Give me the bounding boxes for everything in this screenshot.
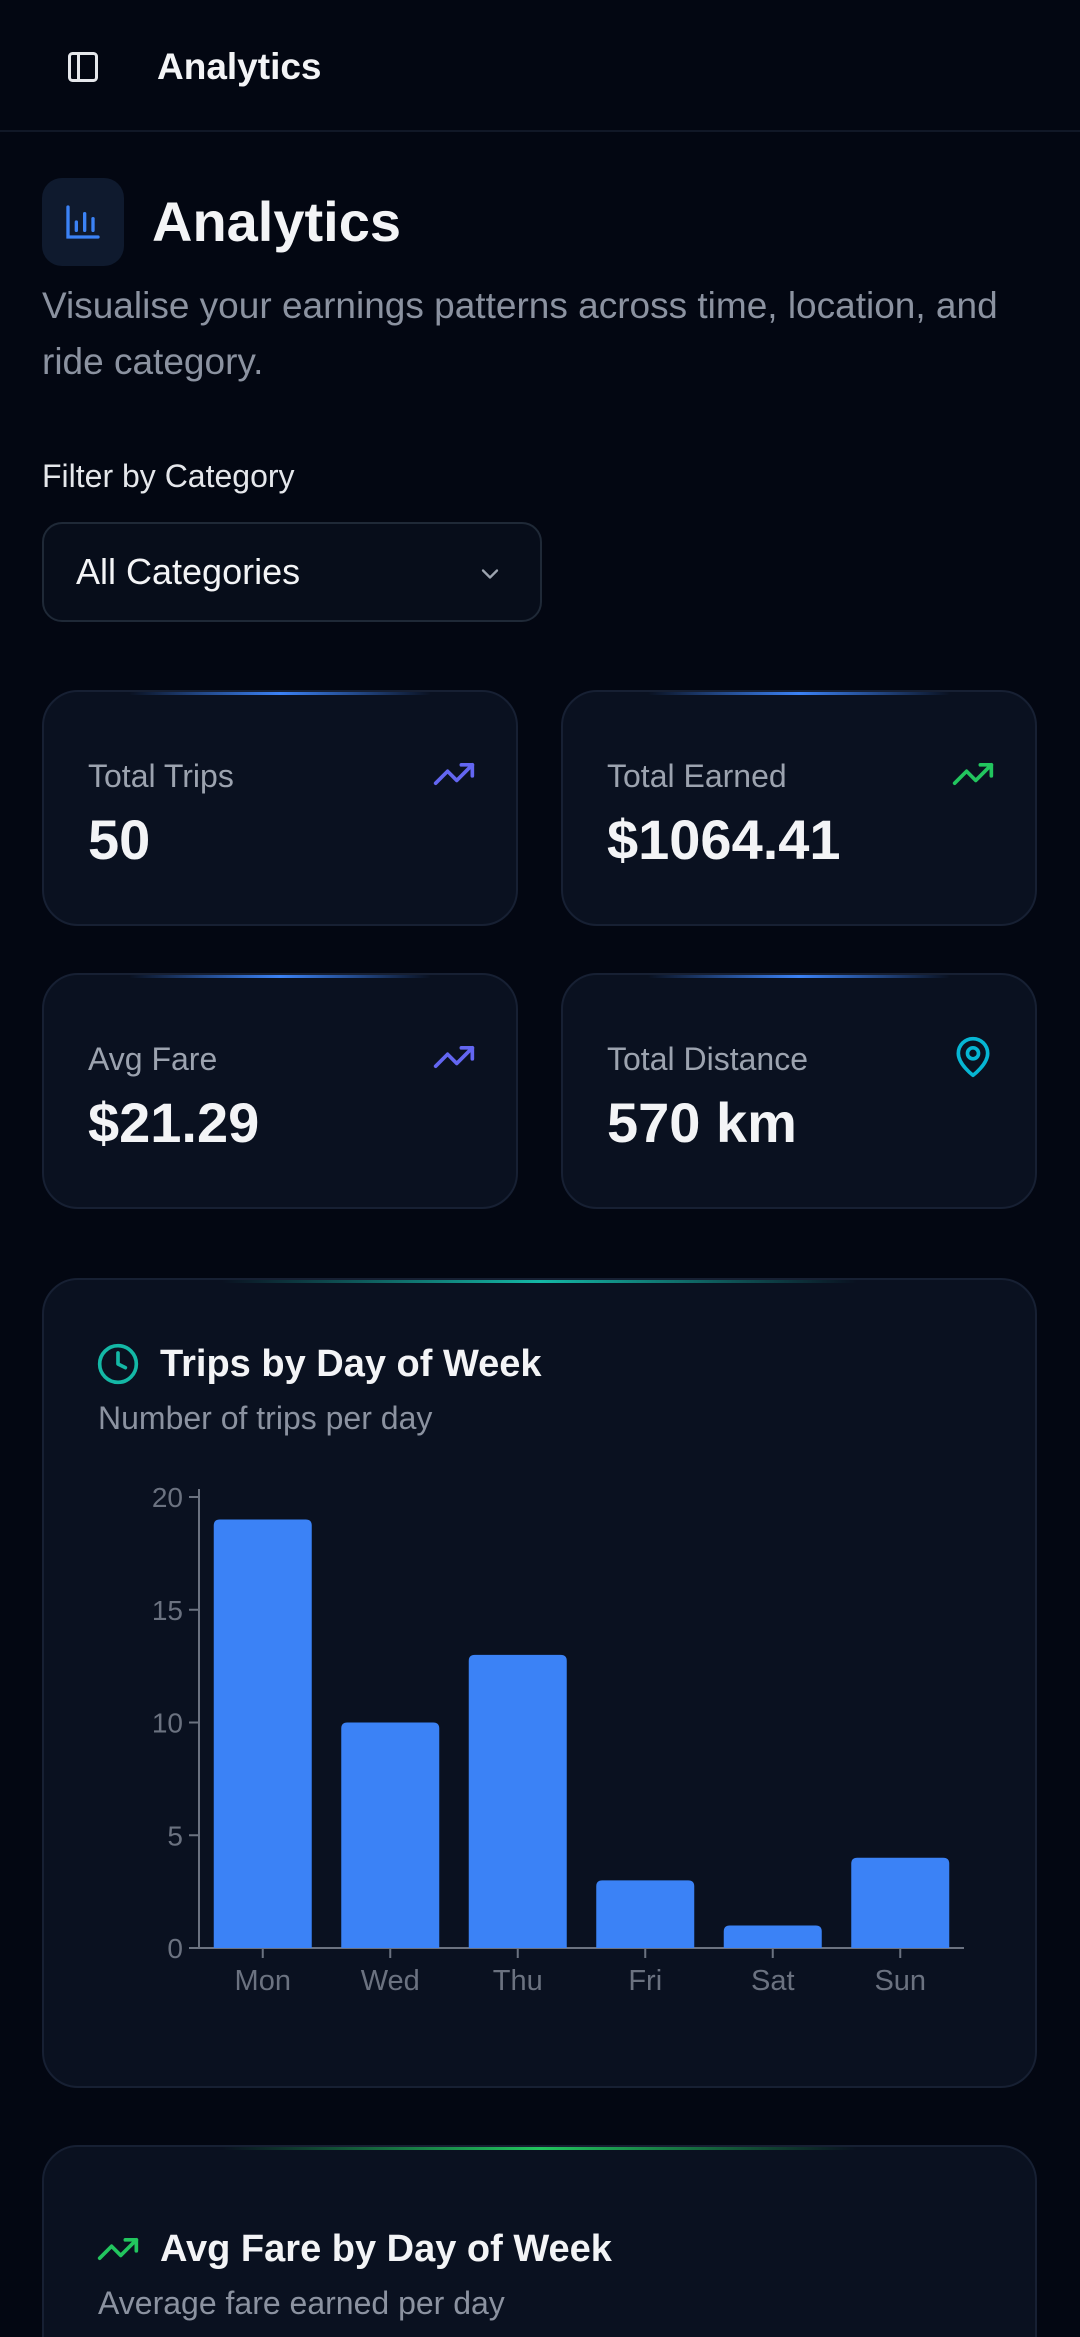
x-tick-label: Wed xyxy=(361,1965,420,1997)
trending-up-icon xyxy=(96,2227,140,2271)
category-select-value: All Categories xyxy=(76,551,301,592)
x-tick-label: Sun xyxy=(874,1965,926,1997)
trending-up-icon xyxy=(432,1035,476,1079)
x-tick-label: Sat xyxy=(751,1965,795,1997)
x-tick-label: Mon xyxy=(235,1965,291,1997)
stat-label: Avg Fare xyxy=(88,1041,218,1077)
bar-sat xyxy=(723,1925,822,1948)
x-tick-label: Fri xyxy=(628,1965,662,1997)
stat-card-total-distance: Total Distance 570 km xyxy=(561,973,1037,1209)
stat-value: $1064.41 xyxy=(607,808,841,871)
y-tick-label: 20 xyxy=(152,1482,183,1513)
trips-bar-chart: 0 5 10 15 20 Mon Wed Thu Fri Sat Sun xyxy=(152,1482,964,1997)
stat-value: $21.29 xyxy=(88,1091,260,1154)
stat-card-total-trips: Total Trips 50 xyxy=(42,690,518,926)
y-tick-label: 0 xyxy=(167,1933,183,1964)
filter-label: Filter by Category xyxy=(42,458,295,494)
trips-by-day-card: Trips by Day of Week Number of trips per… xyxy=(42,1278,1037,2088)
category-select[interactable]: All Categories xyxy=(42,522,542,622)
stat-label: Total Trips xyxy=(88,758,234,794)
chevron-down-icon xyxy=(476,560,504,593)
stat-card-total-earned: Total Earned $1064.41 xyxy=(561,690,1037,926)
bar-wed xyxy=(341,1722,440,1948)
avg-fare-by-day-card: Avg Fare by Day of Week Average fare ear… xyxy=(42,2145,1037,2337)
y-tick-label: 10 xyxy=(152,1708,183,1739)
chart-title: Avg Fare by Day of Week xyxy=(160,2228,612,2270)
stat-value: 50 xyxy=(88,808,151,871)
page-title: Analytics xyxy=(152,190,401,253)
top-bar: Analytics xyxy=(0,0,1080,132)
page-subtitle: Visualise your earnings patterns across … xyxy=(42,285,998,382)
bar-fri xyxy=(596,1880,695,1948)
bar-sun xyxy=(851,1857,950,1948)
trending-up-icon xyxy=(432,752,476,796)
chart-subtitle: Average fare earned per day xyxy=(98,2285,505,2321)
y-tick-label: 15 xyxy=(152,1595,183,1626)
stat-card-avg-fare: Avg Fare $21.29 xyxy=(42,973,518,1209)
x-tick-label: Thu xyxy=(493,1965,543,1997)
stat-value: 570 km xyxy=(607,1091,797,1154)
stat-label: Total Earned xyxy=(607,758,787,794)
bar-mon xyxy=(213,1519,312,1948)
bar-chart-icon xyxy=(42,178,124,266)
trending-up-icon xyxy=(951,752,995,796)
sidebar-toggle-icon[interactable] xyxy=(60,44,106,90)
stat-label: Total Distance xyxy=(607,1041,808,1077)
map-pin-icon xyxy=(951,1035,995,1079)
top-bar-title: Analytics xyxy=(157,46,322,87)
y-tick-label: 5 xyxy=(167,1820,183,1851)
bar-thu xyxy=(468,1654,567,1948)
